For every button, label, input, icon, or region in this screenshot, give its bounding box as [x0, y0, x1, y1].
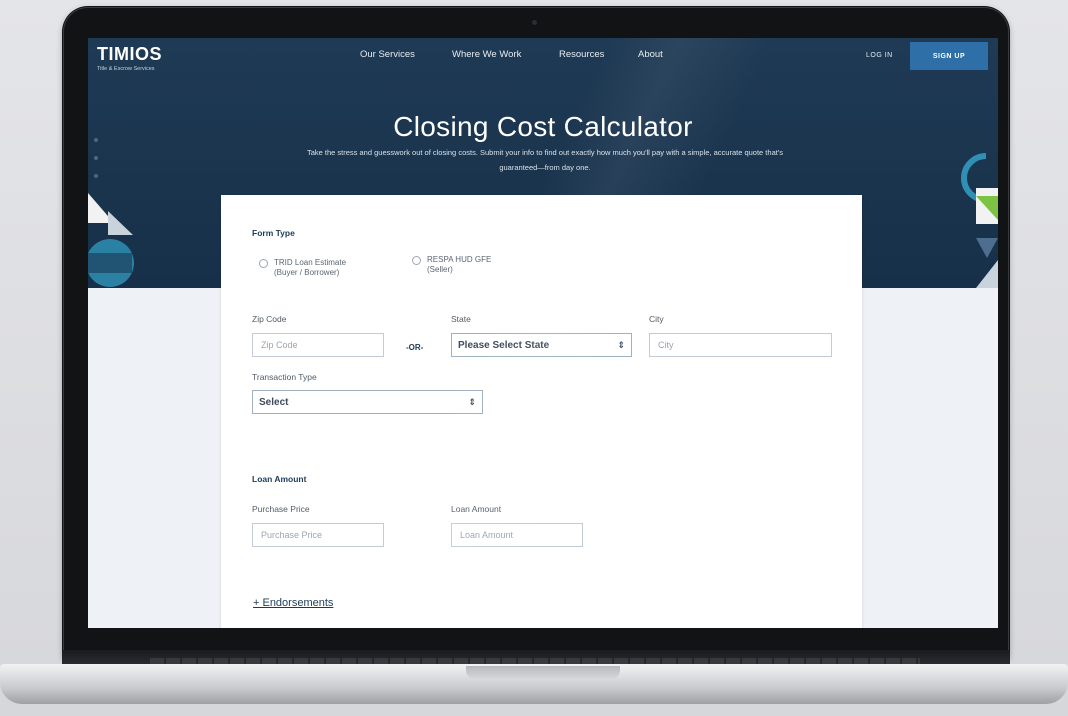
login-link[interactable]: LOG IN: [866, 52, 893, 59]
purchase-price-label: Purchase Price: [252, 504, 310, 514]
transaction-type-label: Transaction Type: [252, 372, 317, 382]
loan-amount-label: Loan Amount: [451, 504, 502, 514]
city-label: City: [649, 314, 664, 324]
radio-respa-hud-gfe[interactable]: RESPA HUD GFE (Seller): [412, 255, 491, 275]
radio-trid-loan-estimate[interactable]: TRID Loan Estimate (Buyer / Borrower): [259, 258, 346, 278]
signup-label: SIGN UP: [932, 52, 966, 60]
decorative-left-shapes: [88, 193, 134, 287]
camera-dot: [532, 20, 537, 25]
site-logo[interactable]: TIMIOS Title & Escrow Services: [97, 44, 162, 72]
loan-amount-heading: Loan Amount: [252, 474, 307, 484]
transaction-select-value: Select: [259, 396, 289, 408]
select-arrows-icon: ⇕: [468, 396, 476, 407]
nav-about[interactable]: About: [638, 49, 663, 60]
loan-amount-input[interactable]: Loan Amount: [451, 523, 583, 547]
decorative-right-shapes: [961, 153, 998, 288]
purchase-price-input[interactable]: Purchase Price: [252, 523, 384, 547]
transaction-type-select[interactable]: Select ⇕: [252, 390, 483, 414]
zip-code-input[interactable]: Zip Code: [252, 333, 384, 357]
state-select[interactable]: Please Select State ⇕: [451, 333, 632, 357]
state-select-value: Please Select State: [458, 339, 550, 351]
radio-circle-icon: [412, 256, 421, 265]
nav-our-services[interactable]: Our Services: [360, 49, 415, 60]
endorsements-link[interactable]: + Endorsements: [253, 597, 333, 609]
radio-respa-line2: (Seller): [427, 265, 453, 274]
laptop-screen: TIMIOS Title & Escrow Services Our Servi…: [88, 38, 998, 628]
nav-where-we-work[interactable]: Where We Work: [452, 49, 521, 60]
city-input[interactable]: City: [649, 333, 832, 357]
laptop-opening-notch: [466, 666, 620, 680]
radio-trid-line2: (Buyer / Borrower): [274, 268, 340, 277]
form-type-heading: Form Type: [252, 228, 295, 238]
radio-respa-line1: RESPA HUD GFE: [427, 255, 492, 264]
logo-tagline: Title & Escrow Services: [97, 66, 155, 72]
radio-trid-line1: TRID Loan Estimate: [274, 258, 347, 267]
select-arrows-icon: ⇕: [617, 339, 625, 350]
or-separator: -OR-: [406, 343, 424, 352]
page-subtitle: Take the stress and guesswork out of clo…: [306, 148, 784, 172]
page-title: Closing Cost Calculator: [393, 111, 693, 142]
logo-wordmark: TIMIOS: [97, 44, 162, 64]
signup-button[interactable]: SIGN UP: [910, 42, 988, 70]
zip-code-label: Zip Code: [252, 314, 287, 324]
state-label: State: [451, 314, 471, 324]
nav-resources[interactable]: Resources: [559, 49, 604, 60]
calculator-form-card: Form Type TRID Loan Estimate (Buyer / Bo…: [221, 195, 862, 628]
radio-circle-icon: [259, 259, 268, 268]
